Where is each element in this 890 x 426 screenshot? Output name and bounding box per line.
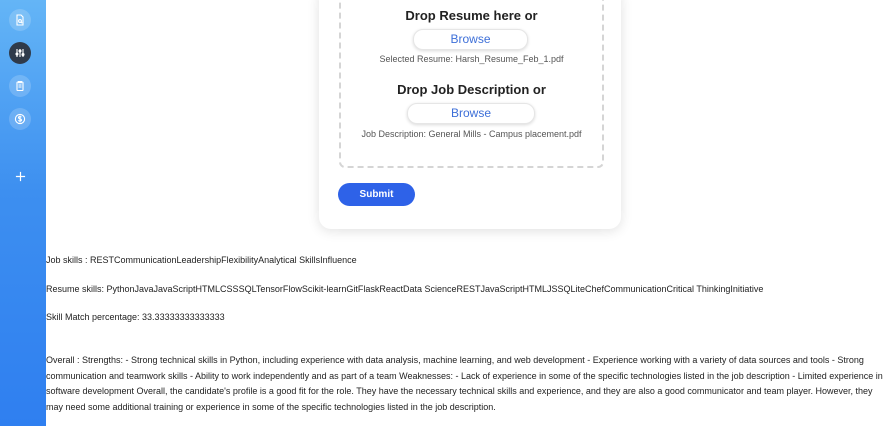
overall-assessment-text: Overall : Strengths: - Strong technical … bbox=[46, 355, 883, 412]
submit-button[interactable]: Submit bbox=[338, 183, 415, 206]
selected-resume-text: Selected Resume: Harsh_Resume_Feb_1.pdf bbox=[379, 54, 564, 64]
document-search-icon[interactable] bbox=[9, 9, 31, 31]
resume-browse-button[interactable]: Browse bbox=[413, 29, 528, 50]
drop-zone[interactable]: Drop Resume here or Browse Selected Resu… bbox=[339, 0, 604, 168]
plus-icon[interactable] bbox=[11, 167, 29, 185]
jd-drop-title: Drop Job Description or bbox=[397, 82, 546, 97]
resume-skills-text: Resume skills: PythonJavaJavaScriptHTMLC… bbox=[46, 284, 764, 294]
skill-match-text: Skill Match percentage: 33.3333333333333… bbox=[46, 312, 225, 322]
clipboard-icon[interactable] bbox=[9, 75, 31, 97]
jd-browse-button[interactable]: Browse bbox=[407, 103, 535, 124]
upload-card: Drop Resume here or Browse Selected Resu… bbox=[319, 0, 621, 229]
job-description-file-text: Job Description: General Mills - Campus … bbox=[361, 129, 582, 139]
sliders-icon[interactable] bbox=[9, 42, 31, 64]
dollar-icon[interactable] bbox=[9, 108, 31, 130]
job-skills-text: Job skills : RESTCommunicationLeadership… bbox=[46, 255, 357, 265]
resume-drop-title: Drop Resume here or bbox=[405, 8, 538, 23]
sidebar bbox=[0, 0, 46, 426]
